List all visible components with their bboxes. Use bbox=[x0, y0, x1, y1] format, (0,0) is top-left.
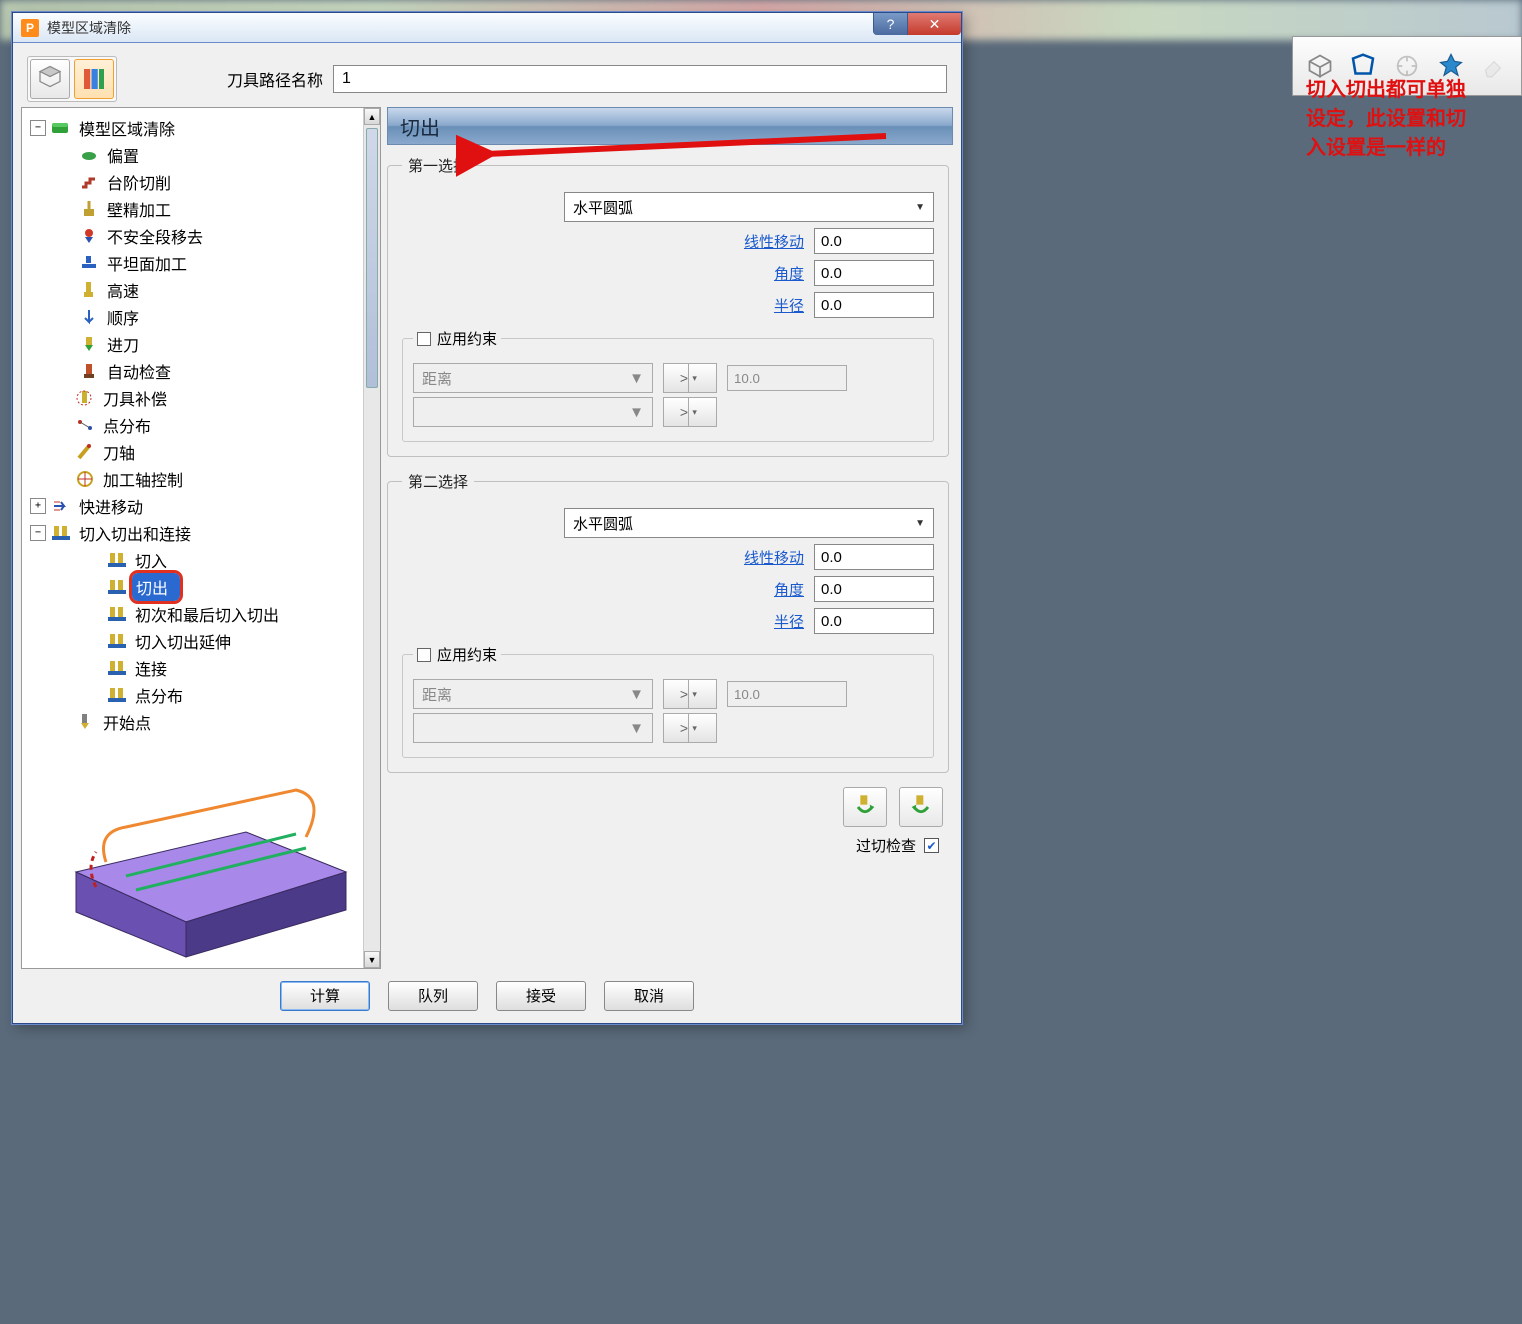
toolpath-name-input[interactable] bbox=[333, 65, 947, 93]
tree-firstlast[interactable]: 初次和最后切入切出 bbox=[24, 600, 378, 627]
first-radius-label[interactable]: 半径 bbox=[774, 295, 804, 316]
first-gt-button-2: >▾ bbox=[663, 397, 717, 427]
tree-step[interactable]: 台阶切削 bbox=[24, 168, 378, 195]
second-constraint-type-select-2: .▼ bbox=[413, 713, 653, 743]
first-radius-input[interactable] bbox=[814, 292, 934, 318]
annotation-text: 切入切出都可单独 设定，此设置和切 入设置是一样的 bbox=[1306, 76, 1516, 163]
tree-leadin[interactable]: 切入 bbox=[24, 546, 378, 573]
top-row: 刀具路径名称 bbox=[21, 51, 953, 107]
second-constraint-group: 应用约束 距离▼ >▾ .▼ >▾ bbox=[402, 644, 934, 758]
tree-panel: −模型区域清除 偏置 台阶切削 壁精加工 不安全段移去 平坦面加工 高速 顺序 … bbox=[21, 107, 381, 969]
copy-to-leadout-button[interactable] bbox=[899, 787, 943, 827]
titlebar: P 模型区域清除 ? ✕ bbox=[13, 13, 961, 43]
first-choice-group: 第一选择 水平圆弧▼ 线性移动 角度 半径 应用约束 距离▼ >▾ bbox=[387, 155, 949, 457]
calculate-button[interactable]: 计算 bbox=[280, 981, 370, 1011]
tree-leads[interactable]: −切入切出和连接 bbox=[24, 519, 378, 546]
second-linear-input[interactable] bbox=[814, 544, 934, 570]
tree-plunge[interactable]: 进刀 bbox=[24, 330, 378, 357]
first-angle-input[interactable] bbox=[814, 260, 934, 286]
gouge-check-label: 过切检查 bbox=[856, 835, 916, 856]
tree-highspeed[interactable]: 高速 bbox=[24, 276, 378, 303]
second-type-select[interactable]: 水平圆弧▼ bbox=[564, 508, 934, 538]
strategy-b-button[interactable] bbox=[74, 59, 114, 99]
tree-root[interactable]: −模型区域清除 bbox=[24, 114, 378, 141]
tree-toolcomp[interactable]: 刀具补偿 bbox=[24, 384, 378, 411]
second-linear-label[interactable]: 线性移动 bbox=[744, 547, 804, 568]
help-button[interactable]: ? bbox=[873, 13, 907, 35]
tree-unsafe[interactable]: 不安全段移去 bbox=[24, 222, 378, 249]
first-angle-label[interactable]: 角度 bbox=[774, 263, 804, 284]
first-type-select[interactable]: 水平圆弧▼ bbox=[564, 192, 934, 222]
second-angle-label[interactable]: 角度 bbox=[774, 579, 804, 600]
first-constraint-group: 应用约束 距离▼ >▾ .▼ >▾ bbox=[402, 328, 934, 442]
strategy-buttons bbox=[27, 56, 117, 102]
first-linear-label[interactable]: 线性移动 bbox=[744, 231, 804, 252]
first-apply-constraint-checkbox[interactable] bbox=[417, 332, 431, 346]
tree-offset[interactable]: 偏置 bbox=[24, 141, 378, 168]
tree-axis[interactable]: 刀轴 bbox=[24, 438, 378, 465]
tree-ptdist2[interactable]: 点分布 bbox=[24, 681, 378, 708]
first-linear-input[interactable] bbox=[814, 228, 934, 254]
second-constraint-value bbox=[727, 681, 847, 707]
second-gt-button-2: >▾ bbox=[663, 713, 717, 743]
tree-autocheck[interactable]: 自动检查 bbox=[24, 357, 378, 384]
copy-to-leadin-button[interactable] bbox=[843, 787, 887, 827]
scroll-up-icon[interactable]: ▲ bbox=[364, 108, 380, 125]
tree-link[interactable]: 连接 bbox=[24, 654, 378, 681]
scroll-thumb[interactable] bbox=[366, 128, 378, 388]
tree-leadext[interactable]: 切入切出延伸 bbox=[24, 627, 378, 654]
dialog-title: 模型区域清除 bbox=[47, 18, 131, 38]
second-apply-constraint-checkbox[interactable] bbox=[417, 648, 431, 662]
tree-leadout[interactable]: 切出 bbox=[24, 573, 378, 600]
strategy-a-button[interactable] bbox=[30, 59, 70, 99]
tree-ptdist[interactable]: 点分布 bbox=[24, 411, 378, 438]
first-constraint-type-select: 距离▼ bbox=[413, 363, 653, 393]
gouge-check-checkbox[interactable]: ✔ bbox=[924, 838, 939, 853]
second-gt-button: >▾ bbox=[663, 679, 717, 709]
first-constraint-type-select-2: .▼ bbox=[413, 397, 653, 427]
dialog-buttons: 计算 队列 接受 取消 bbox=[21, 969, 953, 1015]
second-choice-label: 第二选择 bbox=[402, 471, 474, 492]
second-radius-label[interactable]: 半径 bbox=[774, 611, 804, 632]
second-angle-input[interactable] bbox=[814, 576, 934, 602]
toolpath-name-label: 刀具路径名称 bbox=[227, 67, 323, 91]
first-gt-button: >▾ bbox=[663, 363, 717, 393]
tree-startpt[interactable]: 开始点 bbox=[24, 708, 378, 735]
queue-button[interactable]: 队列 bbox=[388, 981, 478, 1011]
nav-tree[interactable]: −模型区域清除 偏置 台阶切削 壁精加工 不安全段移去 平坦面加工 高速 顺序 … bbox=[22, 108, 380, 748]
close-button[interactable]: ✕ bbox=[907, 13, 961, 35]
settings-pane: 切出 第一选择 水平圆弧▼ 线性移动 角度 半径 应用约束 距离▼ bbox=[387, 107, 953, 969]
tree-wall[interactable]: 壁精加工 bbox=[24, 195, 378, 222]
second-choice-group: 第二选择 水平圆弧▼ 线性移动 角度 半径 应用约束 距离▼ >▾ bbox=[387, 471, 949, 773]
cancel-button[interactable]: 取消 bbox=[604, 981, 694, 1011]
second-constraint-type-select: 距离▼ bbox=[413, 679, 653, 709]
app-icon: P bbox=[21, 19, 39, 37]
tree-flat[interactable]: 平坦面加工 bbox=[24, 249, 378, 276]
tree-axisctrl[interactable]: 加工轴控制 bbox=[24, 465, 378, 492]
second-radius-input[interactable] bbox=[814, 608, 934, 634]
first-choice-label: 第一选择 bbox=[402, 155, 474, 176]
tree-order[interactable]: 顺序 bbox=[24, 303, 378, 330]
first-constraint-value bbox=[727, 365, 847, 391]
tree-fastmove[interactable]: +快进移动 bbox=[24, 492, 378, 519]
preview-3d-icon bbox=[46, 742, 376, 962]
model-area-clear-dialog: P 模型区域清除 ? ✕ 刀具路径名称 −模型区域清除 偏置 台阶切削 壁精加工 bbox=[12, 12, 962, 1024]
accept-button[interactable]: 接受 bbox=[496, 981, 586, 1011]
panel-title: 切出 bbox=[387, 107, 953, 145]
